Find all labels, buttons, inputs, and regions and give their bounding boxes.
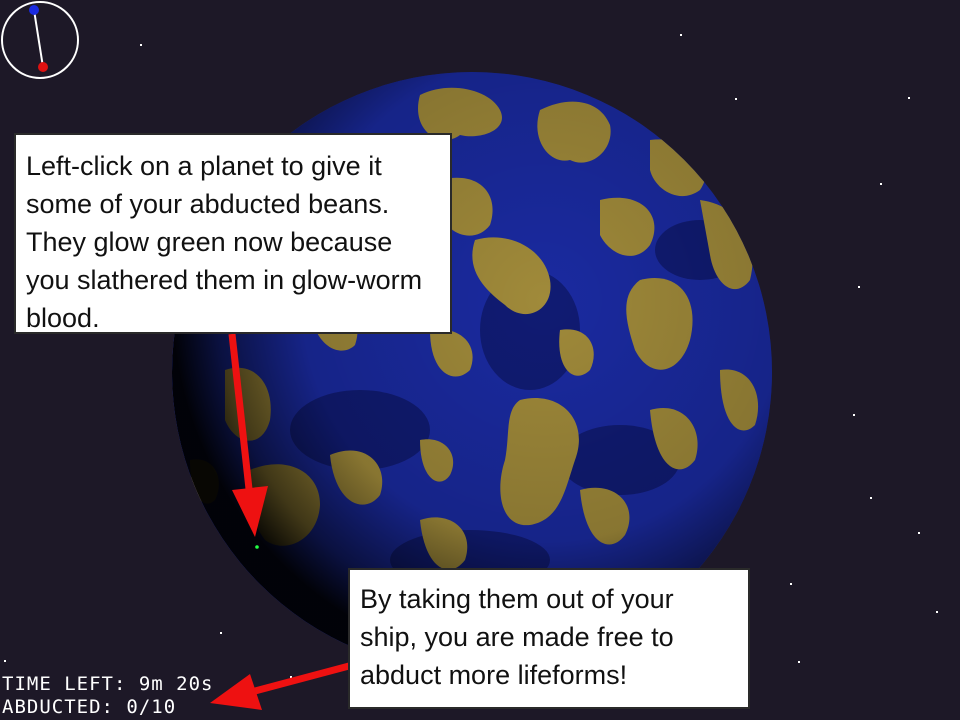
hud-abducted: ABDUCTED: 0/10 (2, 696, 176, 718)
compass-icon (1, 1, 79, 79)
hud-time-left: TIME LEFT: 9m 20s (2, 673, 213, 695)
tooltip-text: By taking them out of your ship, you are… (360, 584, 674, 690)
time-left-label: TIME LEFT: (2, 673, 127, 695)
tooltip-text: Left-click on a planet to give it some o… (26, 151, 423, 333)
glowing-bean-icon[interactable] (255, 545, 259, 549)
tutorial-arrow-to-hud (210, 662, 350, 710)
abducted-label: ABDUCTED: (2, 696, 114, 718)
tutorial-tooltip-give-beans: Left-click on a planet to give it some o… (14, 133, 452, 334)
tutorial-tooltip-free-ship: By taking them out of your ship, you are… (348, 568, 750, 709)
time-left-value: 9m 20s (138, 673, 214, 695)
abducted-value: 0/10 (126, 696, 177, 718)
